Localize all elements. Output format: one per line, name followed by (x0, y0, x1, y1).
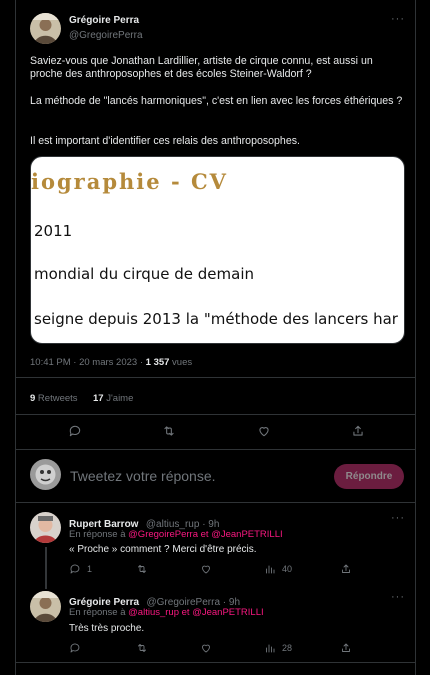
author-handle[interactable]: @GregoirePerra (69, 30, 143, 41)
media-card[interactable]: iographie - CV 2011 mondial du cirque de… (30, 156, 405, 344)
in-reply-prefix: En réponse à (69, 529, 129, 540)
views-count: 28 (282, 643, 293, 653)
share-icon[interactable] (351, 424, 365, 438)
author-name[interactable]: Grégoire Perra (69, 15, 139, 26)
mention-separator: et (198, 529, 212, 540)
in-reply-to: En réponse à @GregoirePerra et @JeanPETR… (69, 529, 283, 540)
more-options-icon[interactable]: ··· (391, 512, 405, 524)
likes-label: J'aime (103, 393, 134, 404)
reply-text: Très très proche. (69, 623, 145, 634)
reply-count: 1 (87, 564, 93, 574)
divider (15, 502, 416, 503)
views-count: 40 (282, 564, 293, 574)
likes-count: 17 (93, 393, 104, 404)
retweet-icon[interactable] (162, 424, 176, 438)
in-reply-to: En réponse à @altius_rup et @JeanPETRILL… (69, 607, 264, 618)
like-icon[interactable] (200, 642, 212, 654)
retweet-icon[interactable] (136, 642, 148, 654)
views-count: 1 357 (145, 357, 170, 368)
reply-avatar[interactable] (30, 591, 61, 622)
reply-icon[interactable] (69, 642, 87, 654)
share-icon[interactable] (340, 642, 352, 654)
divider (15, 414, 416, 415)
divider (15, 377, 416, 378)
card-title: iographie - CV (31, 169, 228, 194)
tweet-paragraph-2: La méthode de "lancés harmoniques", c'es… (30, 95, 403, 107)
reply-icon[interactable] (68, 424, 82, 438)
tweet-meta: 10:41 PM · 20 mars 2023 · 1 357 vues (30, 357, 192, 368)
divider (15, 449, 416, 450)
reply-input[interactable]: Tweetez votre réponse. (70, 468, 216, 484)
card-line-2: mondial du cirque de demain (34, 265, 254, 283)
author-avatar[interactable] (30, 13, 61, 44)
likes-stat[interactable]: 17 J'aime (93, 393, 133, 404)
tweet-timestamp[interactable]: 10:41 PM · 20 mars 2023 · (30, 357, 146, 368)
retweets-stat[interactable]: 9 Retweets (30, 393, 78, 404)
views-icon[interactable]: 40 (264, 563, 292, 575)
like-icon[interactable] (257, 424, 271, 438)
mention-link[interactable]: @altius_rup (128, 607, 179, 618)
mention-link[interactable]: @JeanPETRILLI (211, 529, 282, 540)
divider (15, 662, 416, 663)
more-options-icon[interactable]: ··· (391, 13, 405, 25)
views-icon[interactable]: 28 (264, 642, 292, 654)
thread-line (45, 547, 47, 589)
in-reply-prefix: En réponse à (69, 607, 129, 618)
more-options-icon[interactable]: ··· (391, 591, 405, 603)
mention-separator: et (179, 607, 193, 618)
reply-icon[interactable]: 1 (69, 563, 92, 575)
retweet-icon[interactable] (136, 563, 148, 575)
tweet-paragraph-1: Saviez-vous que Jonathan Lardillier, art… (30, 55, 373, 80)
mention-link[interactable]: @GregoirePerra (128, 529, 198, 540)
like-icon[interactable] (200, 563, 212, 575)
reply-avatar[interactable] (30, 512, 61, 543)
share-icon[interactable] (340, 563, 352, 575)
reply-button[interactable]: Répondre (334, 464, 404, 489)
retweets-label: Retweets (35, 393, 78, 404)
mention-link[interactable]: @JeanPETRILLI (192, 607, 263, 618)
card-line-1: 2011 (34, 222, 73, 240)
reply-text: « Proche » comment ? Merci d'être précis… (69, 544, 257, 555)
views-label: vues (169, 357, 193, 368)
card-line-3: seigne depuis 2013 la "méthode des lance… (34, 310, 398, 328)
tweet-paragraph-3: Il est important d'identifier ces relais… (30, 135, 300, 147)
user-avatar[interactable] (30, 459, 61, 490)
